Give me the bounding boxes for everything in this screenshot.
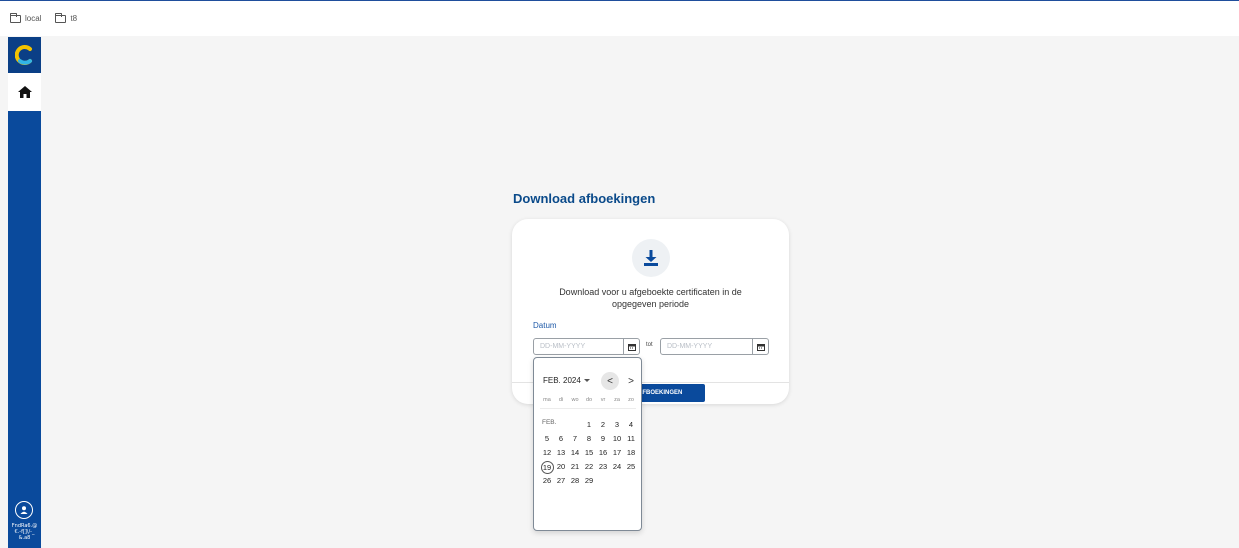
weekday-label: di xyxy=(558,397,564,403)
day-cell[interactable]: 29 xyxy=(582,474,596,488)
day-cell[interactable]: 16 xyxy=(596,446,610,460)
day-cell[interactable]: 2 xyxy=(596,418,610,432)
bookmark-label: local xyxy=(25,14,42,23)
day-cell[interactable]: 24 xyxy=(610,460,624,474)
day-cell[interactable]: 15 xyxy=(582,446,596,460)
day-cell[interactable]: 17 xyxy=(610,446,624,460)
date-label: Datum xyxy=(533,321,557,330)
description: Download voor u afgeboekte certificaten … xyxy=(559,287,742,309)
month-year-select[interactable]: FEB. 2024 xyxy=(543,376,590,385)
to-date-input[interactable]: DD-MM-YYYY xyxy=(661,343,752,350)
calendar-icon[interactable] xyxy=(752,339,768,354)
day-cell[interactable]: 28 xyxy=(568,474,582,488)
day-cell[interactable]: 9 xyxy=(596,432,610,446)
day-cell[interactable]: 8 xyxy=(582,432,596,446)
empty-day-cell xyxy=(610,474,624,488)
user-icon[interactable] xyxy=(15,501,33,519)
folder-icon xyxy=(55,12,67,23)
day-cell[interactable]: 3 xyxy=(610,418,624,432)
empty-day-cell xyxy=(540,418,554,432)
calendar-icon[interactable] xyxy=(623,339,639,354)
weekday-header: ma di wo do vr za zo xyxy=(540,397,638,403)
c-logo-icon[interactable] xyxy=(8,37,41,73)
days-grid: 1 2 3 4 5 6 7 8 9 10 11 12 13 14 15 16 17 18 19 20 21 22 23 24 2… xyxy=(540,418,638,488)
bookmark-t8[interactable]: t8 xyxy=(55,12,78,23)
download-icon xyxy=(632,239,670,277)
empty-day-cell xyxy=(624,474,638,488)
weekday-label: do xyxy=(585,397,593,403)
to-date-field[interactable]: DD-MM-YYYY xyxy=(660,338,769,355)
day-cell[interactable]: 5 xyxy=(540,432,554,446)
day-cell[interactable]: 25 xyxy=(624,460,638,474)
day-cell[interactable]: 18 xyxy=(624,446,638,460)
empty-day-cell xyxy=(568,418,582,432)
weekday-label: vr xyxy=(600,397,606,403)
sidebar: FndRa6.@ €.-f[]\/-_ &.a8 xyxy=(8,37,41,548)
download-afboekingen-button[interactable]: AFBOEKINGEN xyxy=(632,384,705,402)
prev-month-button[interactable]: < xyxy=(601,372,619,390)
from-date-field[interactable]: DD-MM-YYYY xyxy=(533,338,640,355)
page-title: Download afboekingen xyxy=(513,191,656,206)
day-cell[interactable]: 1 xyxy=(582,418,596,432)
day-cell[interactable]: 23 xyxy=(596,460,610,474)
day-cell[interactable]: 10 xyxy=(610,432,624,446)
day-cell[interactable]: 19 xyxy=(540,460,554,474)
folder-icon xyxy=(10,12,21,23)
bookmark-label: t8 xyxy=(70,14,78,23)
divider xyxy=(540,408,636,409)
day-cell[interactable]: 11 xyxy=(624,432,638,446)
tot-label: tot xyxy=(646,342,653,348)
day-cell[interactable]: 13 xyxy=(554,446,568,460)
month-year-label: FEB. 2024 xyxy=(543,376,581,385)
day-cell[interactable]: 21 xyxy=(568,460,582,474)
weekday-label: za xyxy=(614,397,620,403)
bookmark-local[interactable]: local xyxy=(10,12,42,23)
empty-day-cell xyxy=(554,418,568,432)
day-cell[interactable]: 12 xyxy=(540,446,554,460)
day-cell[interactable]: 14 xyxy=(568,446,582,460)
weekday-label: zo xyxy=(628,397,634,403)
from-date-input[interactable]: DD-MM-YYYY xyxy=(534,343,623,350)
day-cell[interactable]: 22 xyxy=(582,460,596,474)
empty-day-cell xyxy=(596,474,610,488)
day-cell[interactable]: 20 xyxy=(554,460,568,474)
home-icon[interactable] xyxy=(8,73,41,111)
day-cell[interactable]: 6 xyxy=(554,432,568,446)
day-cell[interactable]: 4 xyxy=(624,418,638,432)
weekday-label: wo xyxy=(571,397,579,403)
weekday-label: ma xyxy=(543,397,551,403)
day-cell[interactable]: 7 xyxy=(568,432,582,446)
next-month-button[interactable]: > xyxy=(625,372,637,390)
day-cell[interactable]: 27 xyxy=(554,474,568,488)
day-cell[interactable]: 26 xyxy=(540,474,554,488)
user-account-text: FndRa6.@ €.-f[]\/-_ &.a8 xyxy=(11,523,38,541)
datepicker: FEB. 2024 < > ma di wo do vr za zo FEB. … xyxy=(533,357,642,531)
chevron-down-icon xyxy=(583,379,590,382)
bookmarks-bar: local t8 xyxy=(0,0,1239,36)
